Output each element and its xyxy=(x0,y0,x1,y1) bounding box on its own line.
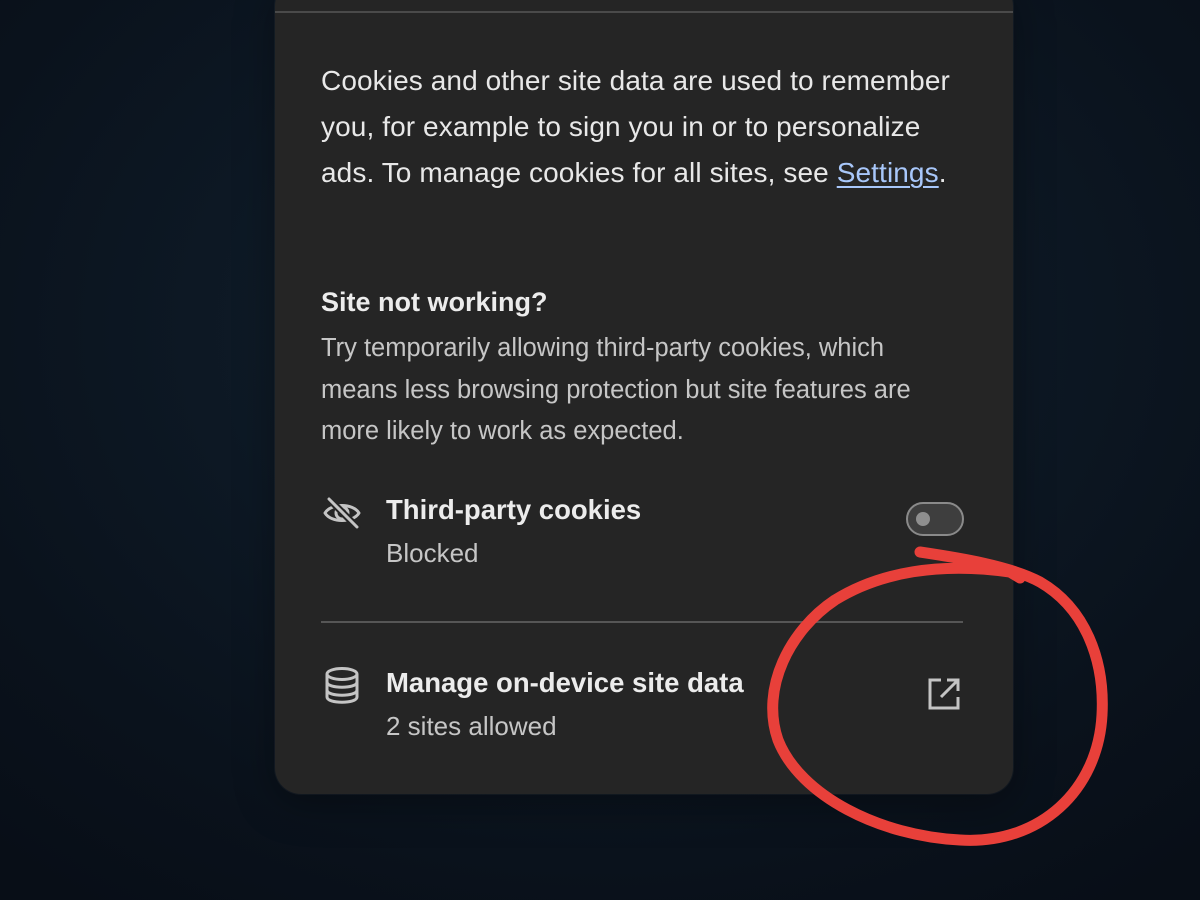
cookies-panel: Cookies and other site data are used to … xyxy=(275,0,1013,794)
cookies-description: Cookies and other site data are used to … xyxy=(321,58,971,196)
manage-site-data-title: Manage on-device site data xyxy=(386,667,744,698)
database-icon xyxy=(325,667,359,704)
section-divider xyxy=(321,621,963,623)
settings-link[interactable]: Settings xyxy=(837,157,939,188)
toggle-knob xyxy=(916,512,930,526)
site-not-working-description: Try temporarily allowing third-party coo… xyxy=(321,334,911,445)
site-not-working-heading: Site not working? xyxy=(321,287,548,317)
third-party-cookies-status: Blocked xyxy=(386,538,479,568)
third-party-cookies-row[interactable]: Third-party cookies Blocked xyxy=(321,494,971,584)
third-party-cookies-toggle[interactable] xyxy=(906,502,964,536)
manage-site-data-row[interactable]: Manage on-device site data 2 sites allow… xyxy=(321,667,971,757)
eye-off-icon xyxy=(323,495,361,531)
top-divider xyxy=(275,11,1013,13)
third-party-cookies-title: Third-party cookies xyxy=(386,494,642,525)
open-in-new-icon[interactable] xyxy=(924,674,964,714)
manage-site-data-subtitle: 2 sites allowed xyxy=(386,711,557,741)
description-period: . xyxy=(938,157,947,188)
